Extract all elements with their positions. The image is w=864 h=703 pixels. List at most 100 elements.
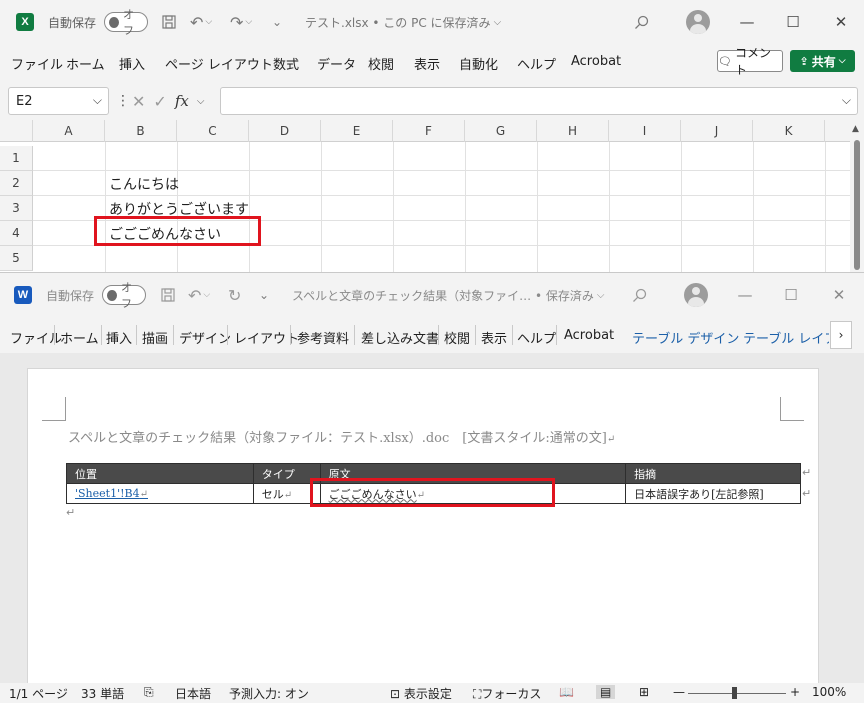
row-header[interactable]: 5 — [0, 246, 33, 271]
expand-formula-icon[interactable]: ⌵ — [842, 93, 851, 108]
column-header[interactable]: B — [105, 120, 177, 142]
tab-data[interactable]: データ — [317, 54, 356, 73]
tab-design[interactable]: デザイン — [179, 328, 231, 347]
maximize-icon[interactable]: ☐ — [770, 0, 816, 44]
tab-page-layout[interactable]: ページ レイアウト — [165, 54, 273, 73]
word-autosave-toggle[interactable]: オフ — [102, 281, 146, 310]
column-header[interactable]: K — [753, 120, 825, 142]
chevron-right-icon[interactable]: › — [830, 321, 852, 349]
avatar[interactable] — [686, 10, 710, 34]
column-header[interactable]: E — [321, 120, 393, 142]
tab-table-layout[interactable]: テーブル レイアウト — [743, 328, 829, 347]
column-header[interactable]: G — [465, 120, 537, 142]
undo-icon[interactable]: ↶ ⌵ — [190, 0, 212, 44]
save-icon[interactable] — [160, 273, 176, 317]
maximize-icon[interactable]: ☐ — [768, 273, 814, 317]
insert-function-button[interactable]: fx — [175, 92, 189, 110]
column-header[interactable]: F — [393, 120, 465, 142]
excel-autosave-toggle[interactable]: オフ — [104, 8, 148, 37]
document-page[interactable]: スペルと文章のチェック結果（対象ファイル：テスト.xlsx）.doc [文書スタ… — [27, 368, 819, 698]
enter-icon[interactable]: ✓ — [153, 92, 166, 111]
tab-references[interactable]: 参考資料 — [297, 328, 349, 347]
more-options-icon[interactable]: ⋮ — [116, 93, 130, 109]
minimize-icon[interactable]: — — [724, 0, 770, 44]
tab-file[interactable]: ファイル — [11, 54, 63, 73]
row-header[interactable]: 1 — [0, 146, 33, 171]
tab-review[interactable]: 校閲 — [444, 328, 470, 347]
close-icon[interactable]: ✕ — [816, 273, 862, 317]
document-area[interactable]: スペルと文章のチェック結果（対象ファイル：テスト.xlsx）.doc [文書スタ… — [0, 353, 864, 698]
redo-icon[interactable]: ↷ ⌵ — [230, 0, 252, 44]
cell-b2[interactable]: こんにちは — [109, 174, 179, 194]
zoom-in-icon[interactable]: + — [790, 685, 800, 699]
chevron-down-icon[interactable]: ⌵ — [93, 93, 102, 108]
tab-help[interactable]: ヘルプ — [517, 54, 556, 73]
row-header[interactable]: 2 — [0, 171, 33, 196]
tab-table-design[interactable]: テーブル デザイン — [632, 328, 739, 347]
name-box[interactable]: E2 ⌵ — [8, 87, 109, 115]
save-icon[interactable] — [161, 0, 177, 44]
column-header[interactable]: C — [177, 120, 249, 142]
location-link[interactable]: 'Sheet1'!B4↵ — [66, 483, 254, 504]
tab-acrobat[interactable]: Acrobat — [564, 328, 614, 343]
tab-draw[interactable]: 描画 — [142, 328, 168, 347]
zoom-slider[interactable] — [688, 693, 786, 694]
table-cell[interactable]: 日本語誤字あり[左記参照] — [625, 483, 801, 504]
tab-view[interactable]: 表示 — [414, 54, 440, 73]
customize-qat-icon[interactable]: ⌄ — [259, 273, 269, 317]
read-mode-icon[interactable]: 📖 — [559, 685, 574, 699]
row-header[interactable]: 4 — [0, 221, 33, 246]
close-icon[interactable]: ✕ — [818, 0, 864, 44]
table-header[interactable]: 位置 — [66, 463, 254, 484]
tab-insert[interactable]: 挿入 — [106, 328, 132, 347]
tab-acrobat[interactable]: Acrobat — [571, 54, 621, 69]
zoom-slider-thumb[interactable] — [732, 687, 737, 699]
customize-qat-icon[interactable]: ⌄ — [272, 0, 282, 44]
print-layout-icon[interactable]: ▤ — [596, 685, 616, 699]
predictive-text[interactable]: 予測入力: オン — [229, 685, 309, 702]
search-icon[interactable] — [632, 273, 647, 317]
tab-mailings[interactable]: 差し込み文書 — [361, 328, 439, 347]
web-layout-icon[interactable]: ⊞ — [639, 685, 649, 699]
tab-automate[interactable]: 自動化 — [459, 54, 498, 73]
search-icon[interactable] — [634, 0, 649, 44]
column-header[interactable]: D — [249, 120, 321, 142]
language[interactable]: 日本語 — [175, 685, 211, 702]
avatar[interactable] — [684, 283, 708, 307]
tab-help[interactable]: ヘルプ — [517, 328, 556, 347]
column-header[interactable]: A — [33, 120, 105, 142]
row-end-mark-icon: ↵ — [802, 466, 812, 479]
row-header[interactable]: 3 — [0, 196, 33, 221]
tab-insert[interactable]: 挿入 — [119, 54, 145, 73]
vertical-scrollbar[interactable]: ▲ — [850, 120, 864, 272]
undo-icon[interactable]: ↶ ⌵ — [188, 273, 210, 317]
chevron-down-icon[interactable]: ⌵ — [197, 96, 205, 107]
word-count[interactable]: 33 単語 — [81, 685, 124, 702]
formula-input[interactable]: ⌵ — [220, 87, 858, 115]
display-settings-button[interactable]: ⊡ 表示設定 — [390, 685, 452, 702]
tab-review[interactable]: 校閲 — [368, 54, 394, 73]
column-header[interactable]: I — [609, 120, 681, 142]
tab-home[interactable]: ホーム — [60, 328, 99, 347]
column-header[interactable]: H — [537, 120, 609, 142]
zoom-out-icon[interactable]: — — [673, 685, 685, 699]
zoom-level[interactable]: 100% — [812, 685, 846, 699]
minimize-icon[interactable]: — — [722, 273, 768, 317]
page-count[interactable]: 1/1 ページ — [9, 685, 68, 702]
comment-button[interactable]: 🗨 コメント — [717, 46, 783, 77]
scroll-thumb[interactable] — [854, 140, 860, 270]
cancel-icon[interactable]: ✕ — [132, 92, 145, 111]
spreadsheet-grid[interactable]: A B C D E F G H I J K 1 2 3 4 5 こんにちは あり… — [0, 120, 864, 272]
focus-button[interactable]: ⛶フォーカス — [473, 685, 541, 702]
scroll-up-icon[interactable]: ▲ — [852, 124, 859, 134]
tab-formulas[interactable]: 数式 — [273, 54, 299, 73]
document-title: スペルと文章のチェック結果（対象ファイル：テスト.xlsx）.doc [文書スタ… — [68, 431, 616, 446]
proofing-icon[interactable]: ⎘ — [144, 685, 154, 700]
table-header[interactable]: 指摘 — [625, 463, 801, 484]
share-button[interactable]: ⇪ 共有 ⌵ — [790, 50, 855, 72]
repeat-icon[interactable]: ↻ — [228, 273, 241, 317]
column-header[interactable]: J — [681, 120, 753, 142]
tab-home[interactable]: ホーム — [66, 54, 105, 73]
select-all-corner[interactable] — [0, 120, 33, 142]
tab-view[interactable]: 表示 — [481, 328, 507, 347]
